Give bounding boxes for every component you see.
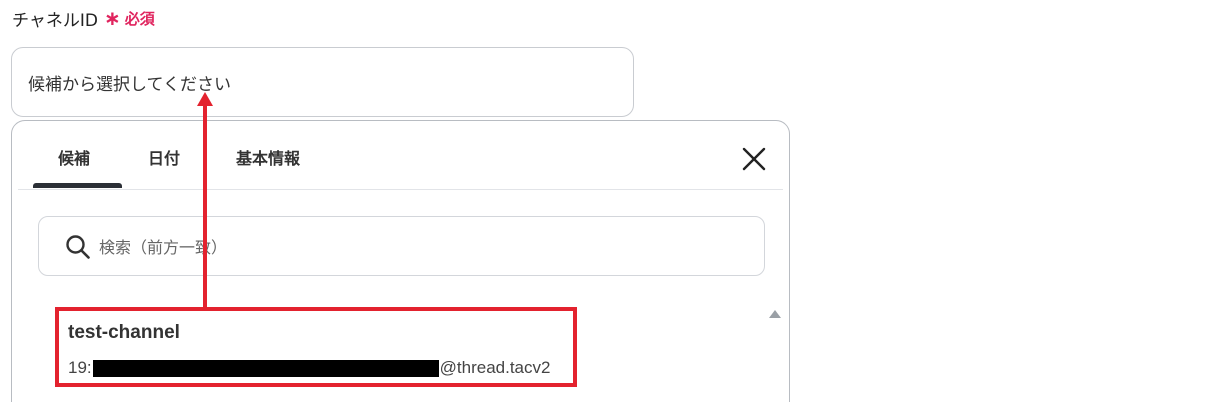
tab-candidates[interactable]: 候補 <box>58 145 90 169</box>
close-icon <box>742 147 766 171</box>
active-tab-indicator <box>33 183 122 188</box>
required-asterisk-icon: ∗ <box>103 6 121 30</box>
option-channel-id: 19: @thread.tacv2 <box>68 358 550 378</box>
option-title: test-channel <box>68 322 180 343</box>
tab-basic-info[interactable]: 基本情報 <box>236 145 300 169</box>
close-button[interactable] <box>740 145 768 173</box>
list-item-test-channel[interactable]: test-channel 19: @thread.tacv2 <box>56 308 576 393</box>
dropdown-panel: 候補 日付 基本情報 test-channel 19: @thread.tacv… <box>11 120 790 402</box>
field-label-text: チャネルID <box>12 10 98 31</box>
search-input[interactable] <box>97 231 741 263</box>
channel-id-select[interactable]: 候補から選択してください <box>11 47 634 117</box>
required-badge: 必須 <box>124 9 155 28</box>
tab-bar: 候補 日付 基本情報 <box>18 121 783 190</box>
search-icon <box>66 235 90 259</box>
redacted-bar <box>92 359 439 377</box>
tab-date[interactable]: 日付 <box>148 145 180 169</box>
field-label: チャネルID ∗ 必須 <box>12 4 155 32</box>
scroll-up-arrow-icon[interactable] <box>768 309 782 319</box>
channel-id-prefix: 19: <box>68 358 92 377</box>
channel-id-suffix: @thread.tacv2 <box>439 358 551 377</box>
search-box <box>38 216 765 276</box>
select-value: 候補から選択してください <box>28 74 231 95</box>
